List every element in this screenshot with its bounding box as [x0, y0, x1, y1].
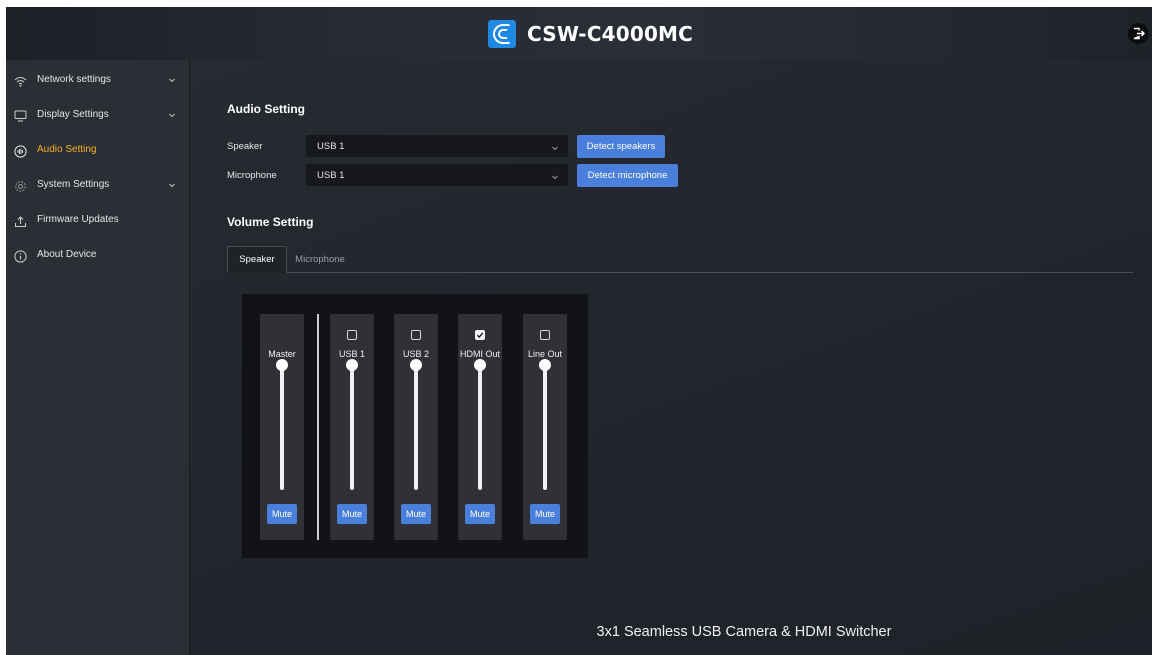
volume-setting-title: Volume Setting — [227, 215, 314, 229]
info-icon — [12, 248, 28, 264]
mute-button[interactable]: Mute — [267, 504, 297, 524]
sidebar-item-label: About Device — [37, 249, 97, 260]
sidebar-item-display-settings[interactable]: Display Settings — [6, 99, 190, 133]
microphone-select[interactable]: USB 1 — [306, 164, 568, 186]
volume-slider-handle[interactable] — [539, 359, 551, 371]
sidebar-item-label: Audio Setting — [37, 144, 97, 155]
channel-checkbox[interactable] — [475, 330, 485, 340]
volume-slider-track[interactable] — [350, 368, 354, 490]
volume-tabs: Speaker Microphone — [227, 246, 1133, 273]
chevron-down-icon — [552, 175, 558, 180]
wifi-icon — [12, 73, 28, 89]
volume-mixer: Master Mute USB 1 Mute USB 2 Mute HDMI O… — [242, 294, 588, 558]
chevron-down-icon — [552, 146, 558, 151]
mute-button[interactable]: Mute — [337, 504, 367, 524]
upload-icon — [12, 213, 28, 229]
channel-usb-1: USB 1 Mute — [330, 314, 374, 540]
chevron-down-icon — [169, 183, 175, 188]
main-content: Audio Setting Speaker USB 1 Detect speak… — [191, 60, 1152, 655]
mute-button[interactable]: Mute — [530, 504, 560, 524]
sidebar-item-label: Display Settings — [37, 109, 109, 120]
microphone-select-value: USB 1 — [317, 170, 345, 181]
brand-name: CSW-C4000MC — [527, 21, 694, 46]
mute-button[interactable]: Mute — [465, 504, 495, 524]
channel-line-out: Line Out Mute — [523, 314, 567, 540]
sidebar-item-network-settings[interactable]: Network settings — [6, 64, 190, 98]
tab-microphone[interactable]: Microphone — [287, 246, 353, 273]
sidebar-item-label: Network settings — [37, 74, 111, 85]
sidebar-item-system-settings[interactable]: System Settings — [6, 169, 190, 203]
volume-slider-track[interactable] — [543, 368, 547, 490]
brand: CSW-C4000MC — [488, 19, 693, 48]
channel-checkbox[interactable] — [347, 330, 357, 340]
channel-name: HDMI Out — [459, 349, 500, 359]
audio-icon — [12, 143, 28, 159]
volume-slider-handle[interactable] — [346, 359, 358, 371]
speaker-label: Speaker — [227, 141, 263, 152]
channel-checkbox[interactable] — [540, 330, 550, 340]
volume-slider-track[interactable] — [478, 368, 482, 490]
sidebar: Network settings Display Settings Audio … — [6, 60, 190, 655]
volume-slider-track[interactable] — [414, 368, 418, 490]
channel-name: Master — [268, 349, 296, 359]
channel-divider — [317, 314, 319, 540]
top-header: CSW-C4000MC — [6, 7, 1152, 60]
gear-icon — [12, 178, 28, 194]
product-tagline: 3x1 Seamless USB Camera & HDMI Switcher — [596, 624, 892, 640]
channel-hdmi-out: HDMI Out Mute — [458, 314, 502, 540]
checkmark-icon — [476, 332, 484, 338]
microphone-label: Microphone — [227, 170, 277, 181]
channel-usb-2: USB 2 Mute — [394, 314, 438, 540]
speaker-select[interactable]: USB 1 — [306, 135, 568, 157]
channel-name: USB 2 — [402, 349, 429, 359]
sidebar-item-firmware-updates[interactable]: Firmware Updates — [6, 204, 190, 238]
chevron-down-icon — [169, 78, 175, 83]
channel-master: Master Mute — [260, 314, 304, 540]
volume-slider-handle[interactable] — [474, 359, 486, 371]
chevron-down-icon — [169, 113, 175, 118]
app-frame: CSW-C4000MC Network settings Display Set… — [6, 7, 1152, 655]
volume-slider-handle[interactable] — [276, 359, 288, 371]
tab-speaker[interactable]: Speaker — [227, 246, 287, 273]
logout-icon — [1133, 27, 1145, 40]
sidebar-item-label: System Settings — [37, 179, 110, 190]
channel-checkbox[interactable] — [411, 330, 421, 340]
detect-microphone-button[interactable]: Detect microphone — [577, 164, 678, 187]
sidebar-item-label: Firmware Updates — [37, 214, 119, 225]
detect-speakers-button[interactable]: Detect speakers — [577, 135, 665, 158]
logout-button[interactable] — [1128, 23, 1149, 44]
audio-setting-title: Audio Setting — [227, 102, 305, 116]
speaker-select-value: USB 1 — [317, 141, 345, 152]
channel-name: USB 1 — [338, 349, 365, 359]
mute-button[interactable]: Mute — [401, 504, 431, 524]
sidebar-item-about-device[interactable]: About Device — [6, 239, 190, 273]
volume-slider-track[interactable] — [280, 368, 284, 490]
sidebar-item-audio-setting[interactable]: Audio Setting — [6, 134, 190, 168]
monitor-icon — [12, 108, 28, 124]
channel-name: Line Out — [527, 349, 563, 359]
volume-slider-handle[interactable] — [410, 359, 422, 371]
brand-logo-icon — [488, 19, 516, 48]
